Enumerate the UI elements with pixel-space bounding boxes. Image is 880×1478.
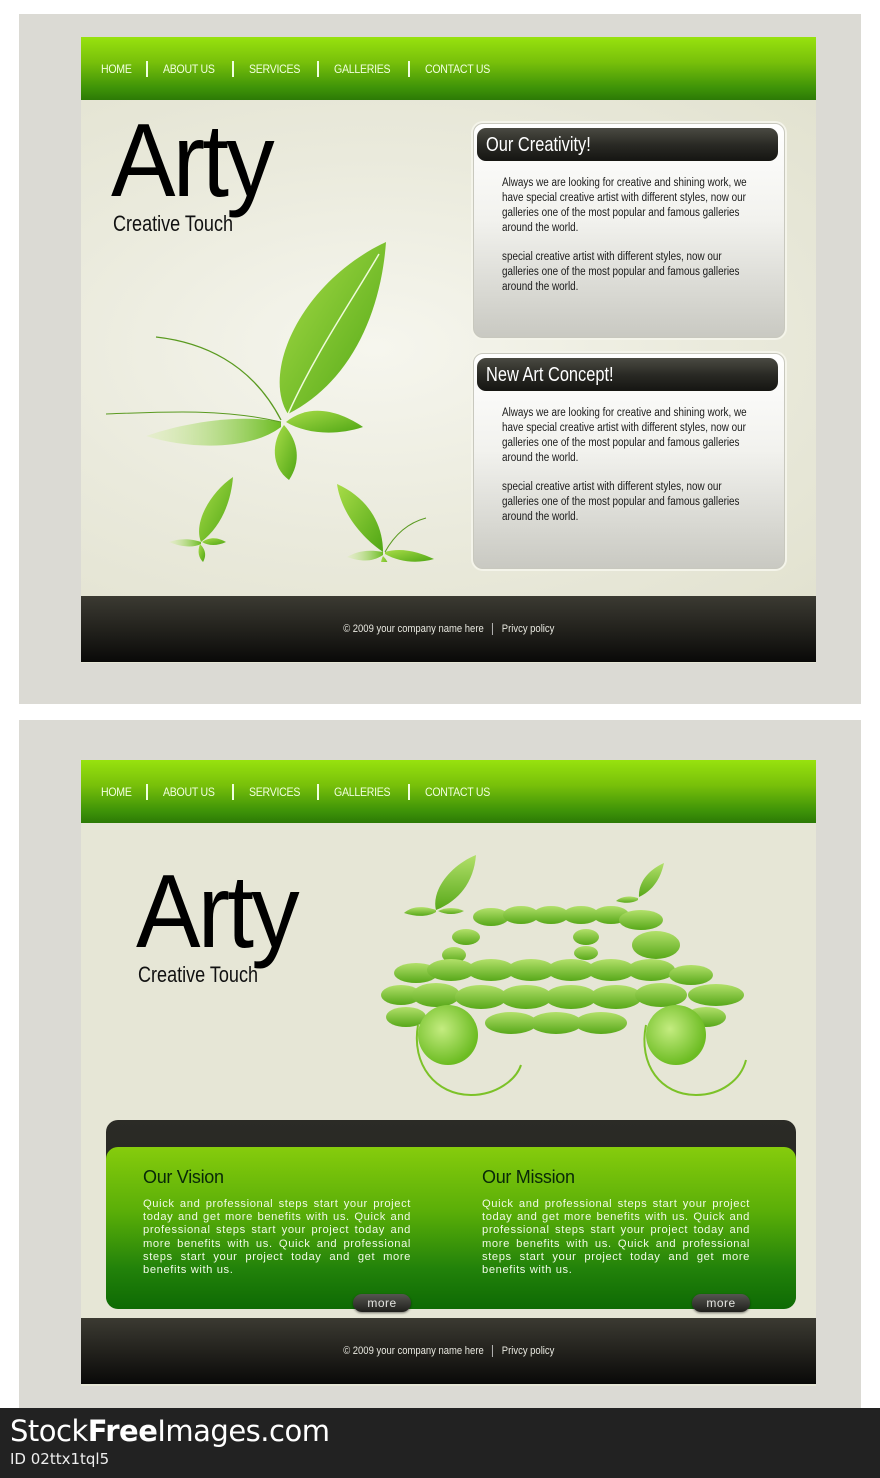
site-logo[interactable]: Arty Creative Touch: [111, 103, 284, 236]
nav-home[interactable]: HOME: [101, 62, 132, 76]
brand-part: Stock: [10, 1414, 88, 1448]
top-nav: HOME ABOUT US SERVICES GALLERIES CONTACT…: [81, 760, 816, 823]
nav-galleries[interactable]: GALLERIES: [334, 62, 391, 76]
card-body: Always we are looking for creative and s…: [502, 406, 751, 539]
website-layout-1: HOME ABOUT US SERVICES GALLERIES CONTACT…: [81, 37, 816, 663]
nav-divider: [407, 783, 410, 800]
nav-divider: [145, 60, 148, 77]
mission-text: Quick and professional steps start your …: [482, 1198, 750, 1277]
watermark-brand: StockFreeImages.com: [10, 1414, 330, 1448]
nav-contact-us[interactable]: CONTACT US: [425, 785, 490, 799]
card-paragraph: Always we are looking for creative and s…: [502, 177, 747, 234]
nav-divider: [316, 60, 319, 77]
leaf-butterflies-illustration: [101, 222, 441, 562]
leaf-wing: [337, 484, 383, 552]
template-preview-2: HOME ABOUT US SERVICES GALLERIES CONTACT…: [19, 720, 861, 1408]
nav-services[interactable]: SERVICES: [249, 785, 300, 799]
privacy-policy-link[interactable]: Privcy policy: [502, 623, 555, 635]
watermark-id: ID 02ttx1tql5: [10, 1450, 110, 1468]
vision-column: Our Vision Quick and professional steps …: [143, 1167, 411, 1312]
leaf-wing: [199, 477, 233, 542]
leaf-wing: [274, 425, 297, 480]
brand-part-bold: Free: [87, 1414, 158, 1448]
nav-divider: [316, 783, 319, 800]
vision-text: Quick and professional steps start your …: [143, 1198, 411, 1277]
card-title: Our Creativity!: [486, 134, 591, 156]
nav-divider: [231, 783, 234, 800]
leaf-car-wheel: [646, 1005, 706, 1065]
nav-galleries[interactable]: GALLERIES: [334, 785, 391, 799]
card-body: Always we are looking for creative and s…: [502, 176, 751, 309]
brand-part: Images.com: [157, 1414, 330, 1448]
card-header: New Art Concept!: [477, 358, 778, 391]
nav-divider: [145, 783, 148, 800]
info-card-art-concept: New Art Concept! Always we are looking f…: [473, 353, 785, 569]
card-title: New Art Concept!: [486, 364, 614, 386]
vision-title: Our Vision: [143, 1167, 224, 1187]
template-preview-1: HOME ABOUT US SERVICES GALLERIES CONTACT…: [19, 14, 861, 704]
footer-divider: [492, 1345, 493, 1357]
card-header: Our Creativity!: [477, 128, 778, 161]
logo-subtitle: Creative Touch: [138, 962, 259, 987]
vision-more-button[interactable]: more: [353, 1294, 411, 1312]
leaf-wing: [286, 410, 363, 433]
nav-divider: [231, 60, 234, 77]
website-layout-2: HOME ABOUT US SERVICES GALLERIES CONTACT…: [81, 760, 816, 1386]
top-nav: HOME ABOUT US SERVICES GALLERIES CONTACT…: [81, 37, 816, 100]
copyright-text: © 2009 your company name here: [342, 1345, 484, 1357]
nav-services[interactable]: SERVICES: [249, 62, 300, 76]
leaf-car-illustration: [376, 845, 776, 1105]
privacy-policy-link[interactable]: Privcy policy: [502, 1345, 555, 1357]
card-paragraph: special creative artist with different s…: [502, 251, 740, 293]
leaf-butterflies-graphic: [105, 242, 434, 562]
nav-contact-us[interactable]: CONTACT US: [425, 62, 490, 76]
footer-divider: [492, 623, 493, 635]
nav-about-us[interactable]: ABOUT US: [163, 62, 215, 76]
nav-home[interactable]: HOME: [101, 785, 132, 799]
leaf-car-wheel: [418, 1005, 478, 1065]
info-card-creativity: Our Creativity! Always we are looking fo…: [473, 123, 785, 338]
mission-column: Our Mission Quick and professional steps…: [482, 1167, 750, 1312]
mission-title: Our Mission: [482, 1167, 575, 1187]
logo-title: Arty: [111, 103, 275, 219]
nav-about-us[interactable]: ABOUT US: [163, 785, 215, 799]
watermark-bar: StockFreeImages.com ID 02ttx1tql5: [0, 1408, 880, 1478]
logo-title: Arty: [136, 854, 300, 970]
card-paragraph: Always we are looking for creative and s…: [502, 407, 747, 464]
copyright-text: © 2009 your company name here: [342, 623, 484, 635]
leaf-car-graphic: [381, 855, 747, 1097]
site-logo[interactable]: Arty Creative Touch: [136, 854, 309, 987]
site-footer: © 2009 your company name here Privcy pol…: [81, 596, 816, 662]
nav-divider: [407, 60, 410, 77]
leaf-wing: [146, 418, 281, 446]
info-panel: Our Vision Quick and professional steps …: [106, 1147, 796, 1312]
card-paragraph: special creative artist with different s…: [502, 481, 740, 523]
site-footer: © 2009 your company name here Privcy pol…: [81, 1318, 816, 1384]
mission-more-button[interactable]: more: [692, 1294, 750, 1312]
